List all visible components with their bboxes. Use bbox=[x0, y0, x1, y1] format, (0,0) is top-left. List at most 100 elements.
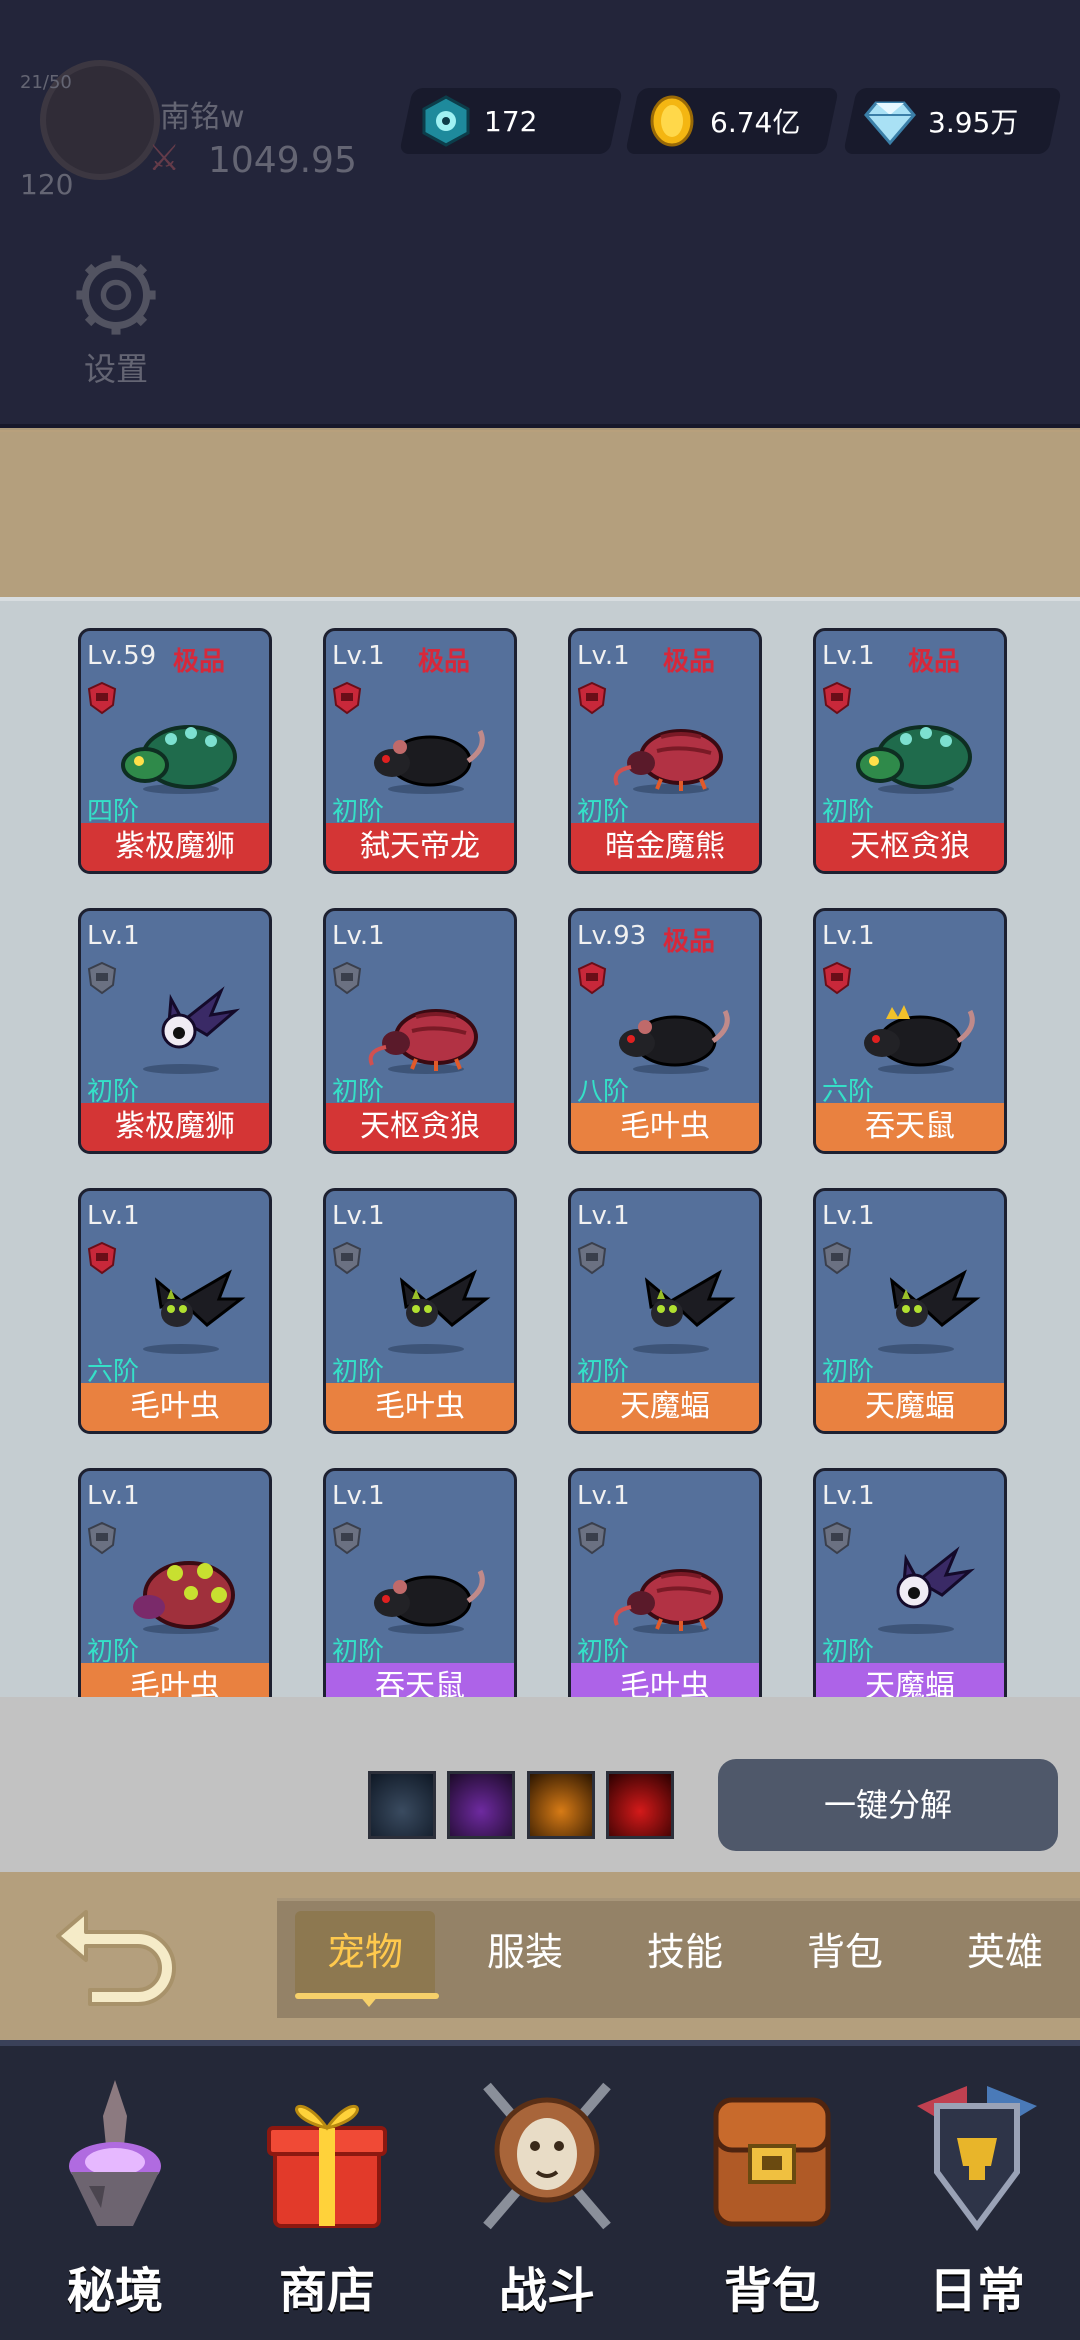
tab-hero[interactable]: 英雄 bbox=[935, 1901, 1075, 2021]
blue-quality-filter[interactable] bbox=[368, 1771, 436, 1839]
pet-level: Lv.1 bbox=[577, 1201, 630, 1231]
player-name: 南铭w bbox=[160, 100, 245, 135]
pet-sprite-black-bat bbox=[878, 1269, 981, 1354]
combat-power: 1049.95 bbox=[208, 140, 357, 181]
pet-name: 天魔蝠 bbox=[816, 1383, 1004, 1431]
gem-currency[interactable]: 172 bbox=[398, 88, 624, 154]
pet-card[interactable]: Lv.1 初阶 天魔蝠 bbox=[568, 1188, 762, 1434]
pet-sprite-crowned-rat bbox=[864, 1005, 975, 1074]
pet-card[interactable]: Lv.1 极品 初阶 弑天帝龙 bbox=[323, 628, 517, 874]
pet-sprite-red-bug bbox=[368, 1009, 478, 1074]
tab-costume[interactable]: 服装 bbox=[455, 1901, 595, 2021]
tab-bag[interactable]: 背包 bbox=[775, 1901, 915, 2021]
pet-name: 毛叶虫 bbox=[571, 1103, 759, 1151]
pet-level: Lv.1 bbox=[822, 1201, 875, 1231]
pet-name: 天魔蝠 bbox=[816, 1663, 1004, 1697]
pet-card[interactable]: Lv.93 极品 八阶 毛叶虫 bbox=[568, 908, 762, 1154]
back-arrow-icon[interactable] bbox=[50, 1902, 190, 2012]
pet-card[interactable]: Lv.1 初阶 紫极魔狮 bbox=[78, 908, 272, 1154]
pet-sprite-green-turtle bbox=[121, 725, 237, 794]
nav-daily-label: 日常 bbox=[928, 2263, 1025, 2319]
pet-quality: 极品 bbox=[173, 647, 226, 677]
nav-shop-label: 商店 bbox=[278, 2263, 375, 2319]
pet-level: Lv.1 bbox=[332, 1201, 385, 1231]
diamond-currency[interactable]: 3.95万 bbox=[842, 88, 1063, 154]
diamond-amount: 3.95万 bbox=[928, 106, 1019, 139]
pet-quality: 极品 bbox=[418, 647, 471, 677]
player-level: 120 bbox=[20, 168, 74, 201]
settings-button[interactable]: 设置 bbox=[66, 250, 166, 390]
pet-name: 毛叶虫 bbox=[326, 1383, 514, 1431]
category-tab-row: 宠物 服装 技能 背包 英雄 bbox=[0, 1872, 1080, 2040]
pet-sprite-eyeball-bat bbox=[143, 986, 241, 1074]
pet-sprite-red-bug bbox=[613, 729, 723, 794]
lion-crest-icon bbox=[483, 2082, 611, 2230]
pet-name: 天枢贪狼 bbox=[326, 1103, 514, 1151]
top-header: 21/50 120 南铭w ⚔ 1049.95 设置 172 6.74亿 3.9… bbox=[0, 0, 1080, 430]
pet-name: 紫极魔狮 bbox=[81, 1103, 269, 1151]
pet-level: Lv.1 bbox=[822, 1481, 875, 1511]
pet-card[interactable]: Lv.1 初阶 天魔蝠 bbox=[813, 1188, 1007, 1434]
orange-quality-filter[interactable] bbox=[527, 1771, 595, 1839]
pet-sprite-black-rat bbox=[374, 1569, 485, 1634]
pet-level: Lv.1 bbox=[332, 1481, 385, 1511]
nav-backpack-label: 背包 bbox=[723, 2263, 820, 2319]
nav-secret-realm[interactable]: 秘境 bbox=[10, 2056, 220, 2336]
pet-card[interactable]: Lv.1 极品 初阶 天枢贪狼 bbox=[813, 628, 1007, 874]
nav-shop[interactable]: 商店 bbox=[222, 2056, 432, 2336]
pet-level: Lv.1 bbox=[332, 921, 385, 951]
decompose-all-button[interactable]: 一键分解 bbox=[718, 1759, 1058, 1851]
pet-card[interactable]: Lv.59 极品 四阶 紫极魔狮 bbox=[78, 628, 272, 874]
tab-skill[interactable]: 技能 bbox=[615, 1901, 755, 2021]
pet-name: 紫极魔狮 bbox=[81, 823, 269, 871]
gift-box-icon bbox=[267, 2104, 387, 2228]
pet-card[interactable]: Lv.1 初阶 天枢贪狼 bbox=[323, 908, 517, 1154]
pet-level: Lv.1 bbox=[577, 641, 630, 671]
red-quality-filter[interactable] bbox=[606, 1771, 674, 1839]
nav-secret-realm-label: 秘境 bbox=[66, 2263, 163, 2319]
pet-level: Lv.1 bbox=[332, 641, 385, 671]
shield-emblem-icon bbox=[917, 2086, 1037, 2232]
pet-name: 暗金魔熊 bbox=[571, 823, 759, 871]
gear-icon bbox=[76, 255, 156, 335]
nav-battle-label: 战斗 bbox=[498, 2263, 595, 2319]
pet-card[interactable]: Lv.1 初阶 毛叶虫 bbox=[568, 1468, 762, 1697]
active-tab-indicator-icon bbox=[359, 1995, 379, 2007]
pet-sprite-red-bug bbox=[613, 1569, 723, 1634]
pet-card[interactable]: Lv.1 六阶 吞天鼠 bbox=[813, 908, 1007, 1154]
pet-quality: 极品 bbox=[908, 647, 961, 677]
nav-backpack[interactable]: 背包 bbox=[667, 2056, 877, 2336]
gold-amount: 6.74亿 bbox=[710, 106, 801, 139]
pet-card[interactable]: Lv.1 初阶 毛叶虫 bbox=[78, 1468, 272, 1697]
pet-sprite-black-rat bbox=[374, 729, 485, 794]
pet-sprite-black-bat bbox=[633, 1269, 736, 1354]
pet-sprite-green-turtle bbox=[856, 725, 972, 794]
gold-currency[interactable]: 6.74亿 bbox=[624, 88, 840, 154]
pet-sprite-black-bat bbox=[143, 1269, 246, 1354]
pet-card[interactable]: Lv.1 极品 初阶 暗金魔熊 bbox=[568, 628, 762, 874]
settings-label: 设置 bbox=[83, 350, 148, 388]
player-profile[interactable]: 21/50 120 南铭w ⚔ 1049.95 bbox=[20, 20, 357, 210]
pet-card[interactable]: Lv.1 初阶 吞天鼠 bbox=[323, 1468, 517, 1697]
purple-quality-filter[interactable] bbox=[447, 1771, 515, 1839]
nav-daily[interactable]: 日常 bbox=[872, 2056, 1080, 2336]
pet-grid[interactable]: Lv.59 极品 四阶 紫极魔狮 Lv.1 极品 初阶 弑天帝龙 Lv.1 极品 初阶 暗金魔熊 Lv.… bbox=[0, 597, 1080, 1697]
pet-name: 毛叶虫 bbox=[81, 1383, 269, 1431]
pet-level: Lv.1 bbox=[87, 1481, 140, 1511]
pet-name: 毛叶虫 bbox=[81, 1663, 269, 1697]
pet-name: 毛叶虫 bbox=[571, 1663, 759, 1697]
pet-card[interactable]: Lv.1 初阶 天魔蝠 bbox=[813, 1468, 1007, 1697]
pet-level: Lv.1 bbox=[822, 641, 875, 671]
pet-level: Lv.1 bbox=[87, 921, 140, 951]
pet-card[interactable]: Lv.1 初阶 毛叶虫 bbox=[323, 1188, 517, 1434]
nav-battle[interactable]: 战斗 bbox=[442, 2056, 652, 2336]
crossed-swords-icon: ⚔ bbox=[148, 138, 181, 179]
pet-level: Lv.1 bbox=[87, 1201, 140, 1231]
leather-bag-icon bbox=[713, 2097, 831, 2227]
diamond-icon bbox=[864, 101, 916, 146]
pet-name: 天枢贪狼 bbox=[816, 823, 1004, 871]
pet-card[interactable]: Lv.1 六阶 毛叶虫 bbox=[78, 1188, 272, 1434]
pet-level: Lv.93 bbox=[577, 921, 647, 951]
pet-sprite-black-rat bbox=[619, 1009, 730, 1074]
pet-sprite-eyeball-bat bbox=[878, 1546, 976, 1634]
